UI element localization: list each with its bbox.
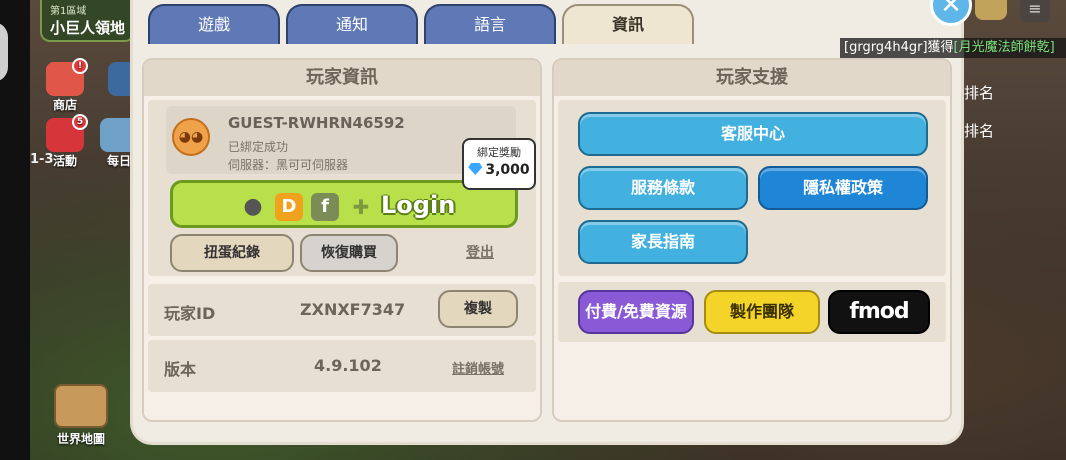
ticker-text: [grgrg4h4gr]獲得 — [844, 40, 954, 55]
shop-label: 商店 — [52, 98, 77, 112]
megaphone-icon[interactable] — [975, 0, 1007, 20]
hamburger-icon: ≡ — [1028, 0, 1042, 18]
dmm-icon: D — [275, 193, 303, 221]
region-number: 第1區域 — [50, 6, 87, 17]
gamepad-icon: ✚ — [352, 195, 370, 219]
server-name: 伺服器：黑可可伺服器 — [228, 158, 349, 172]
paid-free-resources-button[interactable]: 付費/免費資源 — [578, 290, 694, 334]
close-icon: ✕ — [940, 0, 962, 20]
region-banner[interactable]: 第1區域 小巨人領地 — [40, 0, 135, 42]
screen-edge — [0, 0, 30, 460]
crystal-icon — [468, 163, 483, 175]
player-id-label: 玩家ID — [164, 304, 216, 323]
tab-game[interactable]: 遊戲 — [148, 4, 280, 44]
menu-button[interactable]: ≡ — [1020, 0, 1050, 22]
bind-reward-value: 3,000 — [485, 162, 530, 178]
map-icon — [54, 384, 108, 428]
credits-button[interactable]: 製作團隊 — [704, 290, 820, 334]
player-support-panel: 玩家支援 客服中心 服務條款 隱私權政策 家長指南 付費/免費資源 製作團隊 f… — [552, 58, 952, 422]
login-label: Login — [381, 191, 456, 219]
world-map-label: 世界地圖 — [56, 432, 105, 446]
tab-info[interactable]: 資訊 — [562, 4, 694, 44]
bind-reward-title: 綁定獎勵 — [477, 146, 521, 159]
bind-status: 已綁定成功 — [228, 140, 289, 154]
fmod-logo-button[interactable]: fmod — [828, 290, 930, 334]
player-info-panel: 玩家資訊 ◕◕ GUEST-RWHRN46592 已綁定成功 伺服器：黑可可伺服… — [142, 58, 542, 422]
version-label: 版本 — [164, 360, 197, 379]
tab-notification[interactable]: 通知 — [286, 4, 418, 44]
player-support-title: 玩家支援 — [554, 60, 950, 96]
tab-language[interactable]: 語言 — [424, 4, 556, 44]
world-map-button[interactable]: 世界地圖 — [42, 384, 120, 447]
announcement-ticker: [grgrg4h4gr]獲得[月光魔法師餅乾] — [840, 38, 1066, 58]
shop-button[interactable]: ! 商店 — [40, 58, 90, 112]
restore-purchase-button[interactable]: 恢復購買 — [300, 234, 398, 272]
customer-center-button[interactable]: 客服中心 — [578, 112, 928, 156]
privacy-policy-button[interactable]: 隱私權政策 — [758, 166, 928, 210]
ticker-item: [月光魔法師餅乾] — [953, 40, 1055, 55]
terms-of-service-button[interactable]: 服務條款 — [578, 166, 748, 210]
rank-label-2[interactable]: 排名 — [964, 120, 994, 141]
version-row: 版本 4.9.102 註銷帳號 — [148, 340, 536, 392]
stage-label: 1-3 — [30, 152, 54, 167]
player-id-row: 玩家ID ZXNXF7347 複製 — [148, 284, 536, 336]
rank-label-1[interactable]: 排名 — [964, 82, 994, 103]
activity-badge: 5 — [72, 114, 88, 130]
shop-badge: ! — [72, 58, 88, 74]
region-name: 小巨人領地 — [50, 19, 126, 37]
version-value: 4.9.102 — [314, 356, 382, 375]
apple-icon: ● — [243, 194, 263, 219]
delete-account-link[interactable]: 註銷帳號 — [452, 358, 504, 377]
facebook-icon: f — [311, 193, 339, 221]
account-id: GUEST-RWHRN46592 — [228, 114, 405, 132]
cookie-avatar-icon: ◕◕ — [172, 118, 210, 156]
parent-guide-button[interactable]: 家長指南 — [578, 220, 748, 264]
player-id-value: ZXNXF7347 — [300, 300, 406, 319]
camera-cutout — [0, 22, 8, 82]
bind-reward-tooltip: 綁定獎勵 3,000 — [462, 138, 536, 190]
copy-button[interactable]: 複製 — [438, 290, 518, 328]
logout-link[interactable]: 登出 — [466, 242, 494, 262]
player-info-title: 玩家資訊 — [144, 60, 540, 96]
settings-tabs: 遊戲 通知 語言 資訊 — [148, 4, 694, 44]
gacha-history-button[interactable]: 扭蛋紀錄 — [170, 234, 294, 272]
